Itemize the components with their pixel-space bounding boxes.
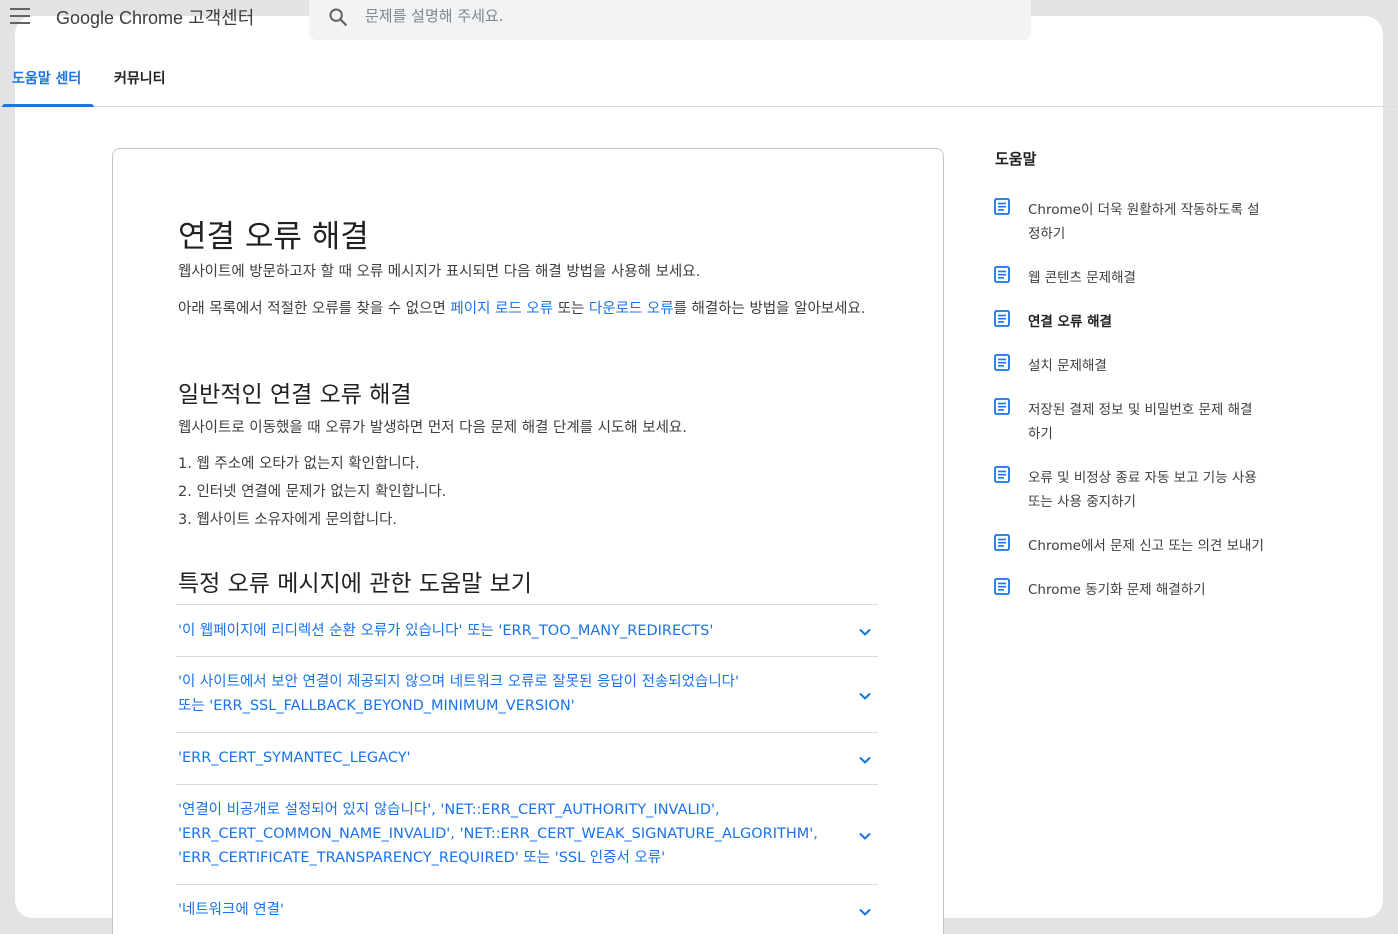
sidebar-item-label: Chrome이 더욱 원활하게 작동하도록 설 정하기 bbox=[1028, 202, 1260, 242]
accordion-line: '연결이 비공개로 설정되어 있지 않습니다', 'NET::ERR_CERT_… bbox=[178, 802, 720, 818]
header: Google Chrome 고객센터 도움말 센터 커뮤니티 bbox=[0, 0, 1398, 107]
accordion-item-network[interactable]: '네트워크에 연결' bbox=[176, 884, 878, 934]
accordion-item-ssl-fallback[interactable]: '이 사이트에서 보안 연결이 제공되지 않으며 네트워크 오류로 잘못된 응답… bbox=[176, 656, 878, 732]
article-doc-icon bbox=[994, 534, 1010, 551]
sidebar-item-label: Chrome에서 문제 신고 또는 의견 보내기 bbox=[1028, 538, 1264, 554]
chevron-down-icon[interactable] bbox=[858, 625, 872, 639]
hamburger-menu-icon[interactable] bbox=[10, 8, 30, 24]
step-item: 3. 웹사이트 소유자에게 문의합니다. bbox=[178, 512, 398, 528]
section-title-specific-errors: 특정 오류 메시지에 관한 도움말 보기 bbox=[178, 571, 532, 597]
sidebar-item-label: 저장된 결제 정보 및 비밀번호 문제 해결 하기 bbox=[1028, 402, 1253, 442]
step-item: 2. 인터넷 연결에 문제가 없는지 확인합니다. bbox=[178, 484, 447, 500]
chevron-down-icon[interactable] bbox=[858, 753, 872, 767]
sidebar-item-label: 오류 및 비정상 종료 자동 보고 기능 사용 또는 사용 중지하기 bbox=[1028, 470, 1257, 510]
search-input[interactable] bbox=[365, 2, 1005, 30]
tab-help-center[interactable]: 도움말 센터 bbox=[12, 68, 81, 88]
article-doc-icon bbox=[994, 266, 1010, 283]
sidebar-item-label: 연결 오류 해결 bbox=[1028, 314, 1112, 330]
chevron-down-icon[interactable] bbox=[858, 905, 872, 919]
chevron-down-icon[interactable] bbox=[858, 829, 872, 843]
accordion-item-cert-errors[interactable]: '연결이 비공개로 설정되어 있지 않습니다', 'NET::ERR_CERT_… bbox=[176, 784, 878, 884]
chevron-down-icon[interactable] bbox=[858, 689, 872, 703]
page-load-error-link[interactable]: 페이지 로드 오류 bbox=[450, 301, 553, 317]
section-title-common-errors: 일반적인 연결 오류 해결 bbox=[178, 382, 412, 408]
accordion-line: '네트워크에 연결' bbox=[178, 902, 284, 918]
accordion-line: '이 사이트에서 보안 연결이 제공되지 않으며 네트워크 오류로 잘못된 응답… bbox=[178, 674, 739, 690]
accordion-line: 또는 'ERR_SSL_FALLBACK_BEYOND_MINIMUM_VERS… bbox=[178, 698, 575, 714]
accordion-label: '네트워크에 연결' bbox=[176, 885, 838, 922]
sidebar-item-label: Chrome 동기화 문제 해결하기 bbox=[1028, 582, 1206, 598]
para2-text-before: 아래 목록에서 적절한 오류를 찾을 수 없으면 bbox=[178, 301, 451, 317]
article-doc-icon bbox=[994, 354, 1010, 371]
article-intro: 웹사이트에 방문하고자 할 때 오류 메시지가 표시되면 다음 해결 방법을 사… bbox=[178, 264, 701, 280]
accordion-line: 'ERR_CERTIFICATE_TRANSPARENCY_REQUIRED' … bbox=[178, 850, 666, 866]
accordion-item-redirects[interactable]: '이 웹페이지에 리디렉션 순환 오류가 있습니다' 또는 'ERR_TOO_M… bbox=[176, 604, 878, 656]
sidebar-item-label: 설치 문제해결 bbox=[1028, 358, 1107, 374]
accordion-label: '이 웹페이지에 리디렉션 순환 오류가 있습니다' 또는 'ERR_TOO_M… bbox=[176, 605, 838, 643]
search-icon[interactable] bbox=[327, 6, 349, 28]
article-doc-icon bbox=[994, 310, 1010, 327]
page: Google Chrome 고객센터 도움말 센터 커뮤니티 연결 오류 해결 … bbox=[0, 0, 1398, 934]
active-tab-indicator bbox=[2, 104, 94, 107]
error-accordion: '이 웹페이지에 리디렉션 순환 오류가 있습니다' 또는 'ERR_TOO_M… bbox=[176, 604, 878, 934]
article-para-2: 아래 목록에서 적절한 오류를 찾을 수 없으면 페이지 로드 오류 또는 다운… bbox=[178, 297, 888, 321]
accordion-item-symantec[interactable]: 'ERR_CERT_SYMANTEC_LEGACY' bbox=[176, 732, 878, 784]
accordion-line: 'ERR_CERT_SYMANTEC_LEGACY' bbox=[178, 750, 411, 766]
article-card: 연결 오류 해결 웹사이트에 방문하고자 할 때 오류 메시지가 표시되면 다음… bbox=[112, 148, 944, 934]
article-doc-icon bbox=[994, 578, 1010, 595]
step-item: 1. 웹 주소에 오타가 없는지 확인합니다. bbox=[178, 456, 420, 472]
page-title: 연결 오류 해결 bbox=[178, 219, 369, 255]
accordion-label: '이 사이트에서 보안 연결이 제공되지 않으며 네트워크 오류로 잘못된 응답… bbox=[176, 657, 838, 718]
search-box[interactable] bbox=[309, 0, 1031, 40]
sidebar-title: 도움말 bbox=[995, 150, 1037, 168]
article-doc-icon bbox=[994, 198, 1010, 215]
troubleshooting-steps: 1. 웹 주소에 오타가 없는지 확인합니다. 2. 인터넷 연결에 문제가 없… bbox=[178, 452, 446, 536]
para2-text-after: 를 해결하는 방법을 알아보세요. bbox=[673, 301, 866, 317]
accordion-label: 'ERR_CERT_SYMANTEC_LEGACY' bbox=[176, 733, 838, 770]
accordion-line: '이 웹페이지에 리디렉션 순환 오류가 있습니다' 또는 'ERR_TOO_M… bbox=[178, 623, 714, 639]
section-intro: 웹사이트로 이동했을 때 오류가 발생하면 먼저 다음 문제 해결 단계를 시도… bbox=[178, 420, 687, 436]
tab-bar: 도움말 센터 커뮤니티 bbox=[0, 60, 1398, 107]
accordion-line: 'ERR_CERT_COMMON_NAME_INVALID', 'NET::ER… bbox=[178, 826, 818, 842]
download-error-link[interactable]: 다운로드 오류 bbox=[589, 301, 674, 317]
site-title[interactable]: Google Chrome 고객센터 bbox=[56, 4, 254, 30]
para2-text-middle: 또는 bbox=[553, 301, 589, 317]
sidebar-item-label: 웹 콘텐츠 문제해결 bbox=[1028, 270, 1136, 286]
article-doc-icon bbox=[994, 398, 1010, 415]
article-doc-icon bbox=[994, 466, 1010, 483]
accordion-label: '연결이 비공개로 설정되어 있지 않습니다', 'NET::ERR_CERT_… bbox=[176, 785, 838, 870]
tab-community[interactable]: 커뮤니티 bbox=[114, 68, 166, 88]
